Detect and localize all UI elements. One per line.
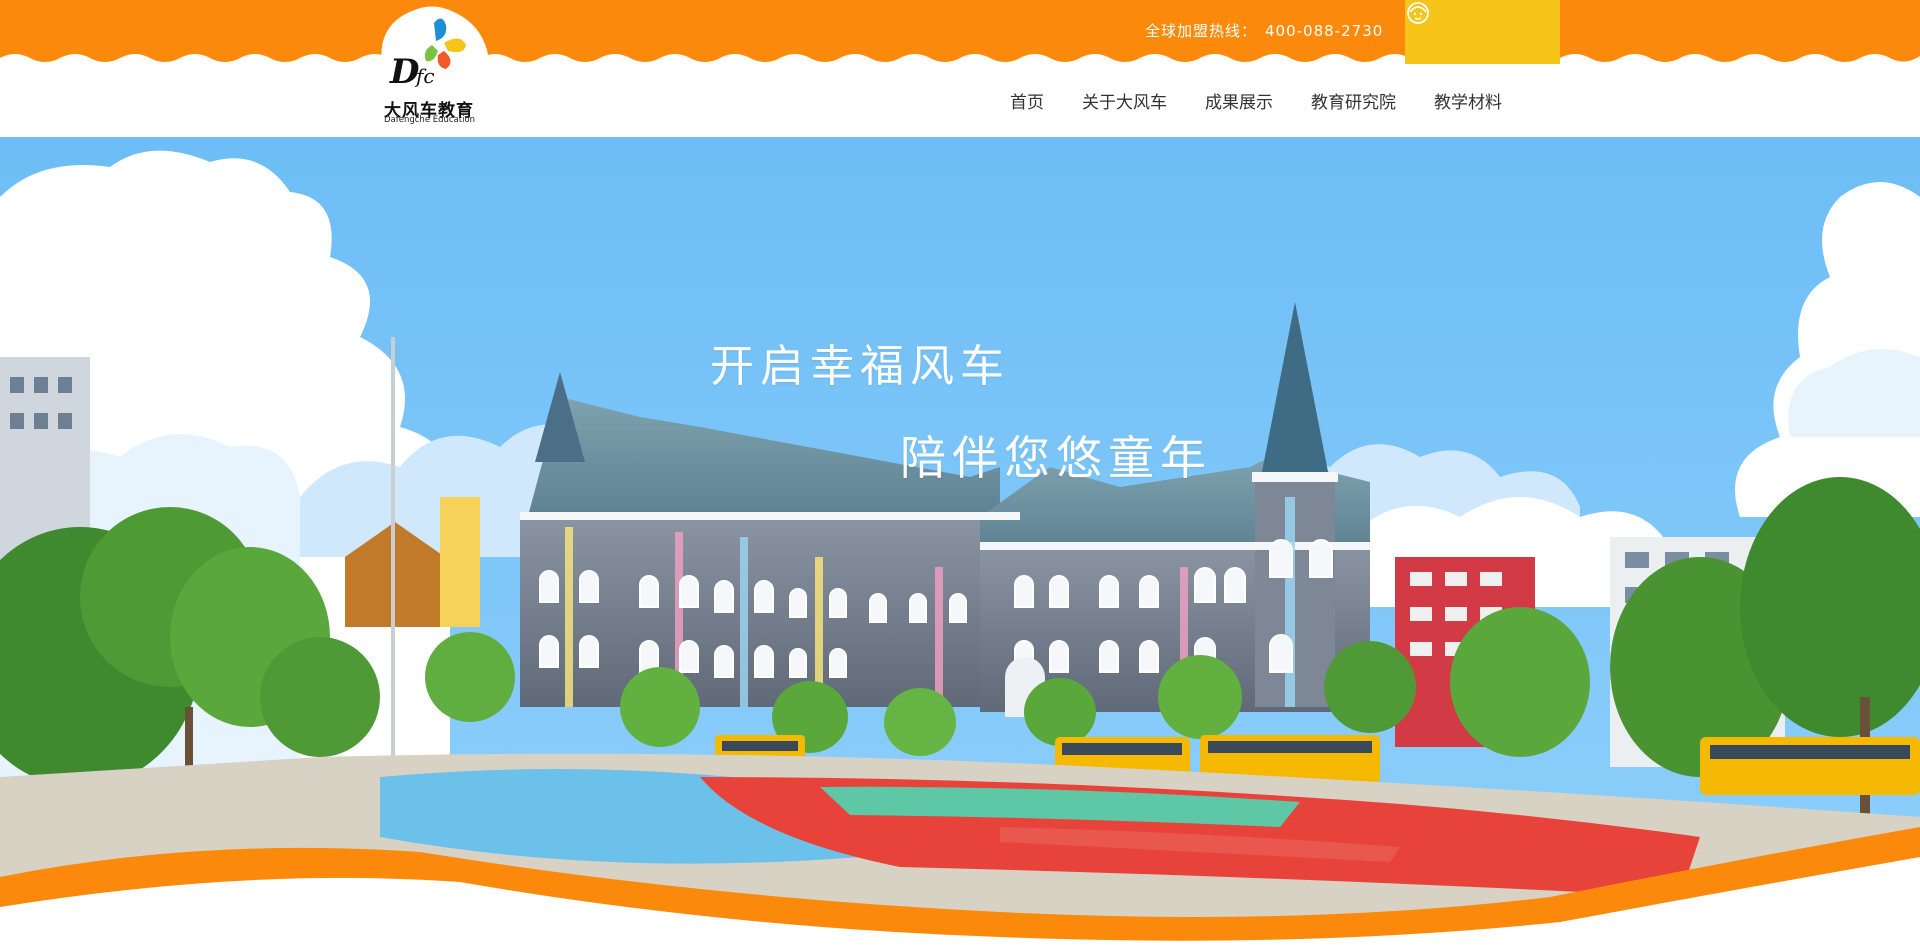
hotline-label: 全球加盟热线： [1145, 22, 1258, 40]
page: 全球加盟热线： 400-088-2730 D fc 大风车教育 Dafengch… [0, 0, 1920, 945]
nav-item-home[interactable]: 首页 [1010, 88, 1063, 113]
hero-banner[interactable]: 开启幸福风车 陪伴您悠童年 [0, 137, 1920, 945]
nav-item-research[interactable]: 教育研究院 [1292, 88, 1415, 113]
hotline-number: 400-088-2730 [1265, 22, 1384, 40]
hero-slogan-line1: 开启幸福风车 [710, 341, 1010, 392]
top-bar-wave [0, 0, 1920, 62]
hotline-text: 全球加盟热线： 400-088-2730 [1145, 20, 1383, 41]
hero-illustration [0, 137, 1920, 945]
nav-item-achievements[interactable]: 成果展示 [1186, 88, 1292, 113]
main-nav: 首页 关于大风车 成果展示 教育研究院 教学材料 [1010, 88, 1521, 113]
nav-item-about[interactable]: 关于大风车 [1063, 88, 1186, 113]
nav-item-materials[interactable]: 教学材料 [1415, 88, 1521, 113]
customer-service-icon [1407, 2, 1429, 24]
svg-text:fc: fc [414, 64, 435, 88]
hero-slogan-line2: 陪伴您悠童年 [900, 431, 1212, 485]
brand-subtitle: Dafengche Education [384, 115, 476, 125]
customer-service-button[interactable] [1405, 0, 1560, 64]
top-bar: 全球加盟热线： 400-088-2730 [0, 0, 1920, 70]
